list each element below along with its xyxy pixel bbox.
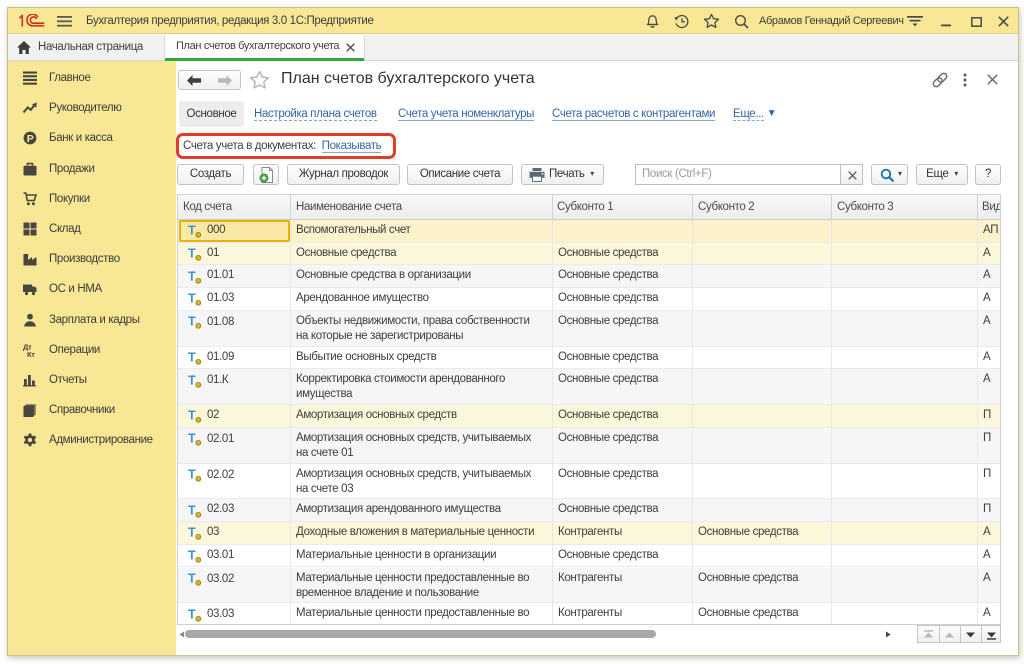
- svg-text:Т: Т: [188, 526, 196, 540]
- svg-text:Т: Т: [188, 292, 196, 306]
- svg-text:Т: Т: [188, 432, 196, 446]
- svg-text:Т: Т: [188, 607, 196, 621]
- svg-text:Т: Т: [188, 503, 196, 517]
- svg-text:Т: Т: [188, 247, 196, 261]
- svg-text:P: P: [27, 133, 34, 145]
- svg-text:Т: Т: [188, 269, 196, 283]
- svg-text:Т: Т: [188, 224, 196, 238]
- svg-text:Т: Т: [188, 549, 196, 563]
- svg-text:Т: Т: [188, 315, 196, 329]
- svg-text:Т: Т: [188, 572, 196, 586]
- svg-text:Т: Т: [188, 350, 196, 364]
- svg-text:Т: Т: [188, 409, 196, 423]
- svg-text:Кт: Кт: [27, 350, 35, 357]
- svg-text:Т: Т: [188, 373, 196, 387]
- svg-text:Т: Т: [188, 468, 196, 482]
